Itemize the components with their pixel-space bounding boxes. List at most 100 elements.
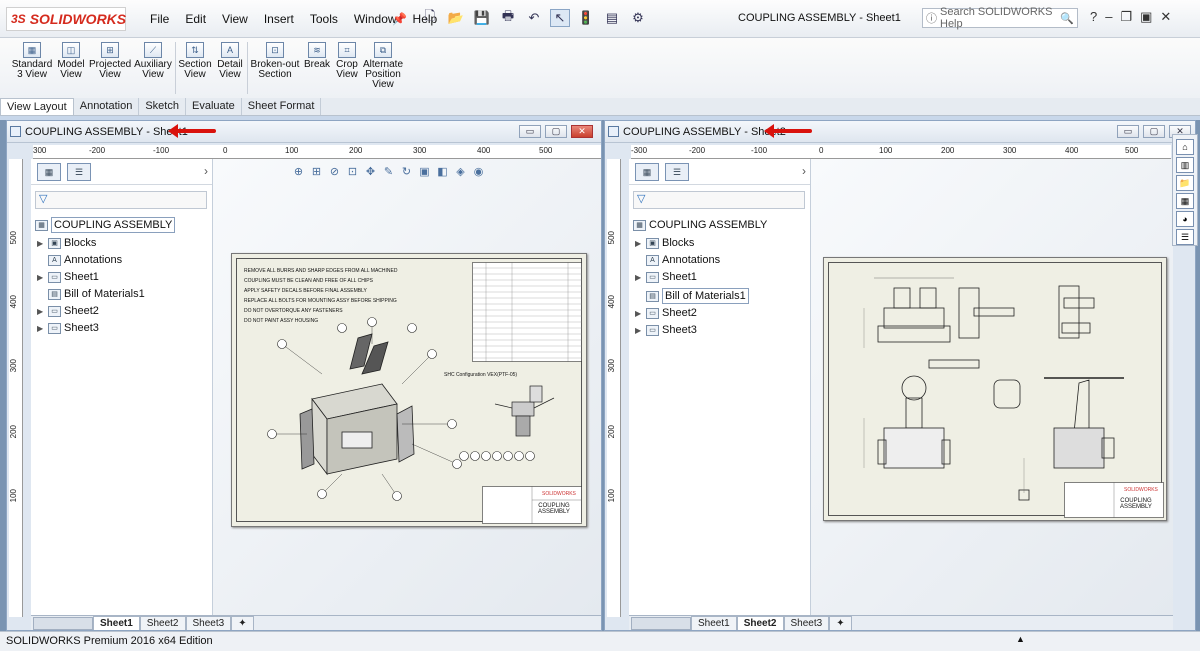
solidworks-logo[interactable]: 3S SOLIDWORKS [6, 7, 126, 31]
crop-view-button[interactable]: ⌗ Crop View [333, 42, 361, 80]
sheet-tab-sheet2[interactable]: Sheet2 [736, 616, 784, 630]
pane-title-bar[interactable]: COUPLING ASSEMBLY - Sheet1 ▭ ▢ ✕ [7, 121, 601, 143]
sheet-tab-sheet2[interactable]: Sheet2 [139, 616, 186, 630]
menu-view[interactable]: View [214, 12, 256, 26]
document-pane-sheet1[interactable]: COUPLING ASSEMBLY - Sheet1 ▭ ▢ ✕ 300 -20… [6, 120, 602, 631]
search-icon[interactable]: 🔍 [1060, 12, 1077, 25]
drawing-sheet[interactable]: REMOVE ALL BURRS AND SHARP EDGES FROM AL… [231, 253, 587, 527]
break-button[interactable]: ≋ Break [303, 42, 331, 70]
file-properties-icon[interactable]: ▤ [602, 9, 622, 27]
zoom-selection-icon[interactable]: ✥ [363, 165, 378, 180]
hide-show-items-icon[interactable]: ◈ [453, 165, 468, 180]
tree-item-blocks[interactable]: ▶ ▣ Blocks [635, 237, 694, 249]
zoom-to-fit-icon[interactable]: ⊕ [291, 165, 306, 180]
appearances-icon[interactable]: ◕ [1176, 211, 1194, 227]
tree-item-bom[interactable]: ▤ Bill of Materials1 [37, 288, 145, 300]
add-sheet-icon[interactable]: ✦ [231, 616, 254, 630]
feature-manager-tab-icon[interactable]: ▦ [37, 163, 61, 181]
tab-sketch[interactable]: Sketch [139, 98, 186, 115]
sheet-nav-arrows[interactable] [33, 617, 93, 630]
open-icon[interactable]: 📂 [446, 9, 466, 27]
pane-title-bar[interactable]: COUPLING ASSEMBLY - Sheet2 ▭ ▢ ✕ [605, 121, 1195, 143]
pan-icon[interactable]: ✎ [381, 165, 396, 180]
pane-minimize-button[interactable]: ▭ [1117, 125, 1139, 138]
home-icon[interactable]: ⌂ [1176, 139, 1194, 155]
file-explorer-icon[interactable]: 📁 [1176, 175, 1194, 191]
sheet-tab-sheet3[interactable]: Sheet3 [783, 616, 830, 630]
pane-maximize-button[interactable]: ▢ [545, 125, 567, 138]
pane-close-button[interactable]: ✕ [571, 125, 593, 138]
options-gear-icon[interactable]: ⚙ [628, 9, 648, 27]
display-style-icon[interactable]: ◧ [435, 165, 450, 180]
add-sheet-icon[interactable]: ✦ [829, 616, 852, 630]
search-help-field[interactable]: ⓘ Search SOLIDWORKS Help 🔍 [922, 6, 1078, 30]
view-orientation-icon[interactable]: ▣ [417, 165, 432, 180]
minimize-button[interactable]: – [1105, 9, 1112, 25]
tree-item-bom[interactable]: ▤ Bill of Materials1 [635, 288, 749, 304]
close-button[interactable]: ✕ [1160, 9, 1171, 25]
graphics-area[interactable]: SOLIDWORKS COUPLING ASSEMBLY [811, 159, 1173, 616]
status-expand-icon[interactable]: ▲ [1016, 634, 1025, 644]
zoom-area-icon[interactable]: ⊞ [309, 165, 324, 180]
tab-view-layout[interactable]: View Layout [0, 98, 74, 115]
pane-minimize-button[interactable]: ▭ [519, 125, 541, 138]
expand-arrow-icon[interactable]: ▶ [635, 309, 643, 318]
section-view-button[interactable]: ⇅ Section View [178, 42, 212, 80]
expand-arrow-icon[interactable]: ▶ [635, 239, 643, 248]
print-icon[interactable]: 🖶 [498, 8, 518, 27]
undo-icon[interactable]: ↶ [524, 9, 544, 27]
expand-arrow-icon[interactable]: ▶ [37, 239, 45, 248]
alternate-position-view-button[interactable]: ⧉ Alternate Position View [362, 42, 404, 90]
property-manager-tab-icon[interactable]: ☰ [67, 163, 91, 181]
sheet-tab-sheet1[interactable]: Sheet1 [691, 616, 737, 630]
tab-annotation[interactable]: Annotation [74, 98, 140, 115]
tree-item-sheet2[interactable]: ▶ ▭ Sheet2 [37, 305, 99, 317]
new-document-icon[interactable]: 🗋 [420, 8, 440, 27]
broken-out-section-button[interactable]: ⊡ Broken-out Section [250, 42, 300, 80]
chevron-right-icon[interactable]: › [204, 164, 208, 178]
menu-insert[interactable]: Insert [256, 12, 302, 26]
tree-item-sheet3[interactable]: ▶ ▭ Sheet3 [635, 324, 697, 336]
tree-item-sheet3[interactable]: ▶ ▭ Sheet3 [37, 322, 99, 334]
graphics-area[interactable]: ⊕ ⊞ ⊘ ⊡ ✥ ✎ ↻ ▣ ◧ ◈ ◉ REMOVE ALL BURRS A… [213, 159, 601, 616]
maximize-button[interactable]: ▣ [1140, 9, 1152, 25]
pane-maximize-button[interactable]: ▢ [1143, 125, 1165, 138]
tree-item-sheet1[interactable]: ▶ ▭ Sheet1 [37, 271, 99, 283]
tree-item-sheet1[interactable]: ▶ ▭ Sheet1 [635, 271, 697, 283]
expand-arrow-icon[interactable]: ▶ [37, 273, 45, 282]
expand-arrow-icon[interactable]: ▶ [635, 326, 643, 335]
sheet-tab-sheet1[interactable]: Sheet1 [93, 616, 140, 630]
chevron-right-icon[interactable]: › [802, 164, 806, 178]
menu-tools[interactable]: Tools [302, 12, 346, 26]
appearance-icon[interactable]: ◉ [471, 165, 486, 180]
zoom-in-out-icon[interactable]: ⊘ [327, 165, 342, 180]
menu-file[interactable]: File [142, 12, 177, 26]
auxiliary-view-button[interactable]: ⟋ Auxiliary View [134, 42, 172, 80]
standard-3-view-button[interactable]: ▦ Standard 3 View [10, 42, 54, 80]
menu-edit[interactable]: Edit [177, 12, 214, 26]
document-pane-sheet2[interactable]: COUPLING ASSEMBLY - Sheet2 ▭ ▢ ✕ -300 -2… [604, 120, 1196, 631]
tree-filter-field[interactable]: ▽ [633, 191, 805, 209]
property-manager-tab-icon[interactable]: ☰ [665, 163, 689, 181]
model-view-button[interactable]: ◫ Model View [56, 42, 86, 80]
help-button[interactable]: ? [1090, 9, 1097, 25]
projected-view-button[interactable]: ⊞ Projected View [89, 42, 131, 80]
drawing-sheet[interactable]: SOLIDWORKS COUPLING ASSEMBLY [823, 257, 1167, 521]
select-pointer-icon[interactable]: ↖ [550, 9, 570, 27]
feature-manager-tab-icon[interactable]: ▦ [635, 163, 659, 181]
sheet-tab-sheet3[interactable]: Sheet3 [185, 616, 232, 630]
tab-evaluate[interactable]: Evaluate [186, 98, 242, 115]
tree-item-annotations[interactable]: A Annotations [37, 254, 122, 266]
expand-arrow-icon[interactable]: ▶ [37, 307, 45, 316]
detail-view-button[interactable]: A Detail View [215, 42, 245, 80]
tree-item-annotations[interactable]: A Annotations [635, 254, 720, 266]
save-icon[interactable]: 💾 [472, 9, 492, 27]
rebuild-icon[interactable]: 🚦 [576, 9, 596, 27]
pin-icon[interactable]: 📌 [392, 12, 407, 26]
tree-root-node[interactable]: ▦ COUPLING ASSEMBLY [633, 219, 767, 231]
expand-arrow-icon[interactable]: ▶ [635, 273, 643, 282]
sheet-nav-arrows[interactable] [631, 617, 691, 630]
tree-item-blocks[interactable]: ▶ ▣ Blocks [37, 237, 96, 249]
restore-button[interactable]: ❐ [1120, 9, 1132, 25]
rotate-icon[interactable]: ↻ [399, 165, 414, 180]
